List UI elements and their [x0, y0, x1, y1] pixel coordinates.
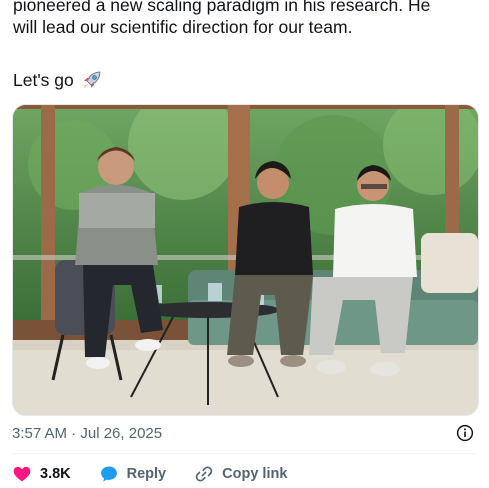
reply-label: Reply — [126, 466, 167, 482]
like-button[interactable]: 3.8K — [12, 464, 71, 484]
copy-link-label: Copy link — [222, 466, 288, 482]
heart-icon — [13, 466, 31, 482]
tweet-photo[interactable] — [12, 104, 479, 416]
info-icon[interactable] — [456, 424, 474, 442]
tweet-body: pioneered a new scaling paradigm in his … — [13, 0, 483, 38]
copy-link-button[interactable]: Copy link — [194, 464, 287, 484]
tweet-line-2: will lead our scientific direction for o… — [13, 17, 353, 37]
divider — [12, 453, 477, 454]
tweet-actions: 3.8K Reply Copy link — [12, 462, 315, 486]
rocket-icon — [82, 71, 101, 88]
like-count: 3.8K — [40, 466, 71, 482]
tweet-paragraph-2: Let's go — [13, 68, 104, 92]
photo-illustration — [13, 105, 478, 415]
tweet-line-3: Let's go — [13, 69, 74, 90]
link-icon — [195, 466, 213, 482]
reply-bubble-icon — [100, 466, 117, 482]
tweet-line-1: pioneered a new scaling paradigm in his … — [13, 0, 431, 15]
tweet-timestamp[interactable]: 3:57 AM · Jul 26, 2025 — [12, 425, 162, 442]
reply-button[interactable]: Reply — [99, 464, 167, 484]
